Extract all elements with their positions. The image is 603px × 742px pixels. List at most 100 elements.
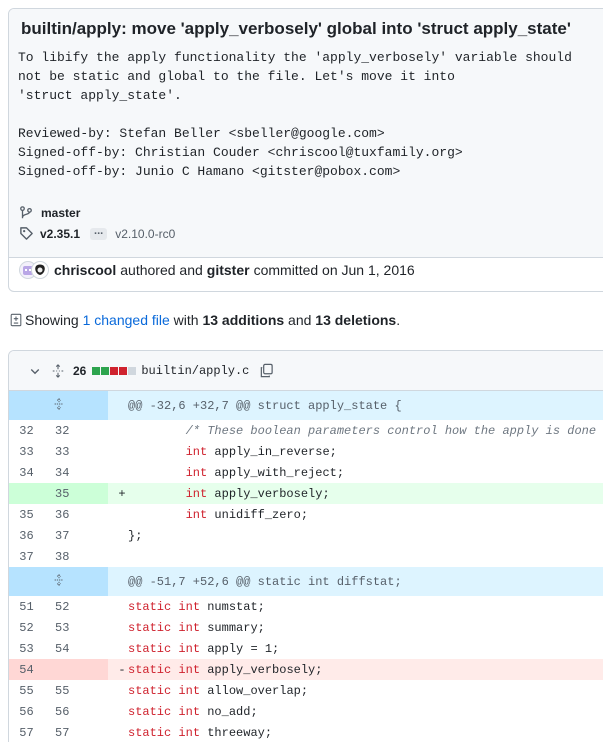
new-line-number[interactable]: 56 <box>44 701 108 722</box>
new-line-number[interactable]: 35 <box>44 483 108 504</box>
old-line-number[interactable]: 56 <box>9 701 44 722</box>
old-line-number[interactable]: 35 <box>9 504 44 525</box>
diff-line: 52 53 static int summary; <box>9 617 603 638</box>
code-line: }; <box>128 528 143 543</box>
diff-summary: Showing 1 changed file with 13 additions… <box>9 312 400 328</box>
committer-avatar[interactable] <box>31 261 49 279</box>
diff-line: 35 36 int unidiff_zero; <box>9 504 603 525</box>
tag-row: v2.35.1 ... v2.10.0-rc0 <box>19 225 175 241</box>
code-line: static int summary; <box>128 620 265 635</box>
author-row: chriscool authored and gitster committed… <box>19 261 415 279</box>
old-line-number[interactable]: 51 <box>9 596 44 617</box>
diffstat-block <box>128 366 137 375</box>
branch-name[interactable]: master <box>41 206 80 220</box>
git-branch-icon <box>19 206 35 220</box>
new-line-number[interactable]: 34 <box>44 462 108 483</box>
code-line: int apply_with_reject; <box>185 465 345 480</box>
old-line-number[interactable] <box>9 483 44 504</box>
new-line-number[interactable] <box>44 659 108 680</box>
code-line <box>108 546 603 567</box>
diff-line: 37 38 <box>9 546 603 567</box>
file-diff: 26 builtin/apply.c @@ -32,6 +32,7 @@ str… <box>8 350 603 742</box>
changed-files-link[interactable]: 1 changed file <box>83 312 170 328</box>
new-line-number[interactable]: 54 <box>44 638 108 659</box>
new-line-number[interactable]: 53 <box>44 617 108 638</box>
code-line: static int no_add; <box>128 704 258 719</box>
old-line-number[interactable]: 32 <box>9 420 44 441</box>
expand-lines-icon[interactable] <box>9 391 108 420</box>
old-line-number[interactable]: 55 <box>9 680 44 701</box>
authored-text: authored and <box>120 262 203 278</box>
diff-line: 57 57 static int threeway; <box>9 722 603 742</box>
committed-date-text: committed on Jun 1, 2016 <box>253 262 415 278</box>
code-line: static int apply = 1; <box>128 641 280 656</box>
diffstat-block <box>101 366 110 375</box>
diff-line: 56 56 static int no_add; <box>9 701 603 722</box>
deletions-count: 13 deletions <box>315 312 397 328</box>
file-change-count: 26 <box>73 363 87 378</box>
new-line-number[interactable]: 32 <box>44 420 108 441</box>
expand-all-icon[interactable] <box>51 363 65 378</box>
diffstat-block <box>110 366 119 375</box>
diff-marker: - <box>118 662 126 677</box>
summary-period: . <box>396 312 401 328</box>
committer-name[interactable]: gitster <box>207 262 250 278</box>
diff-table: @@ -32,6 +32,7 @@ struct apply_state {32… <box>9 391 603 742</box>
tag-latest[interactable]: v2.35.1 <box>40 227 80 241</box>
diff-line: 32 32 /* These boolean parameters control… <box>9 420 603 441</box>
old-line-number[interactable]: 52 <box>9 617 44 638</box>
code-line: int apply_in_reverse; <box>185 444 337 459</box>
diff-line: 53 54 static int apply = 1; <box>9 638 603 659</box>
diff-line: 51 52 static int numstat; <box>9 596 603 617</box>
hunk-header-row: @@ -51,7 +52,6 @@ static int diffstat; <box>9 567 603 596</box>
more-tags-button[interactable]: ... <box>90 225 108 240</box>
copy-icon[interactable] <box>259 363 274 378</box>
diffstat-block <box>92 366 101 375</box>
file-name[interactable]: builtin/apply.c <box>141 364 249 378</box>
diff-line: 36 37}; <box>9 525 603 546</box>
additions-count: 13 additions <box>202 312 285 328</box>
code-line: int unidiff_zero; <box>185 507 309 522</box>
hunk-header-text: @@ -32,6 +32,7 @@ struct apply_state { <box>108 391 603 420</box>
diffstat-block <box>119 366 128 375</box>
hunk-header-row: @@ -32,6 +32,7 @@ struct apply_state { <box>9 391 603 420</box>
code-line: static int numstat; <box>128 599 265 614</box>
old-line-number[interactable]: 34 <box>9 462 44 483</box>
old-line-number[interactable]: 57 <box>9 722 44 742</box>
old-line-number[interactable]: 36 <box>9 525 44 546</box>
summary-with: with <box>173 312 199 328</box>
new-line-number[interactable]: 37 <box>44 525 108 546</box>
commit-message-body: To libify the apply functionality the 'a… <box>18 50 572 179</box>
author-name[interactable]: chriscool <box>54 262 116 278</box>
tag-earliest[interactable]: v2.10.0-rc0 <box>115 227 175 241</box>
diff-line: 34 34 int apply_with_reject; <box>9 462 603 483</box>
code-line: /* These boolean parameters control how … <box>185 423 597 438</box>
file-diff-icon <box>9 313 23 327</box>
diff-line: 55 55 static int allow_overlap; <box>9 680 603 701</box>
code-line: static int allow_overlap; <box>128 683 309 698</box>
new-line-number[interactable]: 36 <box>44 504 108 525</box>
diff-line: 33 33 int apply_in_reverse; <box>9 441 603 462</box>
new-line-number[interactable]: 52 <box>44 596 108 617</box>
expand-lines-icon[interactable] <box>9 567 108 596</box>
diff-line: 35 + int apply_verbosely; <box>9 483 603 504</box>
diff-marker: + <box>118 486 126 501</box>
tag-icon <box>19 226 34 241</box>
old-line-number[interactable]: 53 <box>9 638 44 659</box>
code-line: - static int apply_verbosely; <box>108 659 603 680</box>
old-line-number[interactable]: 37 <box>9 546 44 567</box>
code-line: static int threeway; <box>128 725 273 740</box>
code-line: + int apply_verbosely; <box>108 483 603 504</box>
branch-row[interactable]: master <box>19 206 80 220</box>
old-line-number[interactable]: 33 <box>9 441 44 462</box>
old-line-number[interactable]: 54 <box>9 659 44 680</box>
hunk-header-text: @@ -51,7 +52,6 @@ static int diffstat; <box>108 567 603 596</box>
new-line-number[interactable]: 33 <box>44 441 108 462</box>
commit-card: builtin/apply: move 'apply_verbosely' gl… <box>8 8 603 292</box>
new-line-number[interactable]: 55 <box>44 680 108 701</box>
file-header: 26 builtin/apply.c <box>9 351 603 391</box>
new-line-number[interactable]: 57 <box>44 722 108 742</box>
new-line-number[interactable]: 38 <box>44 546 108 567</box>
chevron-down-icon[interactable] <box>29 365 41 377</box>
diffstat-bar <box>92 366 137 375</box>
